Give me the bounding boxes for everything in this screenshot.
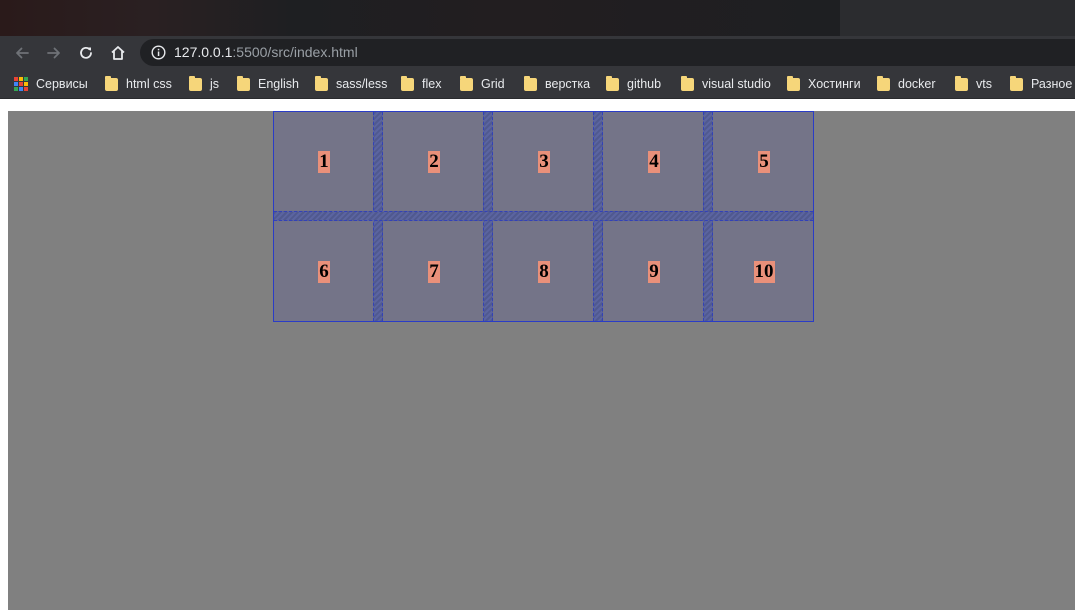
bookmark-label: Хостинги <box>808 77 861 91</box>
folder-icon <box>401 75 414 91</box>
bookmark-label: docker <box>898 77 936 91</box>
bookmark-english[interactable]: English <box>237 69 299 99</box>
bookmark-apps[interactable]: Сервисы <box>14 69 88 99</box>
grid-item: 10 <box>714 222 814 321</box>
grid-item-label: 10 <box>753 260 775 283</box>
folder-icon <box>681 75 694 91</box>
grid-item-label: 6 <box>318 260 330 283</box>
grid-container: 1 2 3 4 5 6 7 8 9 10 <box>273 111 814 322</box>
folder-icon <box>787 75 800 91</box>
home-icon <box>111 45 125 60</box>
reload-button[interactable] <box>72 36 100 69</box>
bookmark-label: flex <box>422 77 442 91</box>
tab-strip <box>0 0 1075 36</box>
address-bar[interactable]: 127.0.0.1:5500/src/index.html <box>140 39 1075 66</box>
forward-button[interactable] <box>40 36 68 69</box>
bookmark-docker[interactable]: docker <box>877 69 936 99</box>
grid-item: 8 <box>494 222 594 321</box>
folder-icon <box>315 75 328 91</box>
bookmark-hostings[interactable]: Хостинги <box>787 69 861 99</box>
grid-item: 2 <box>384 112 484 211</box>
grid-item-label: 7 <box>428 260 440 283</box>
grid-item-label: 1 <box>318 150 330 173</box>
grid-item: 6 <box>274 222 374 321</box>
bookmark-js[interactable]: js <box>189 69 219 99</box>
grid-item-label: 2 <box>428 150 440 173</box>
grid-item-label: 5 <box>758 150 770 173</box>
bookmark-apps-label: Сервисы <box>36 77 88 91</box>
bookmark-flex[interactable]: flex <box>401 69 441 99</box>
url-text[interactable]: 127.0.0.1:5500/src/index.html <box>174 44 358 61</box>
folder-icon <box>955 75 968 91</box>
bookmark-raznoe[interactable]: Разное <box>1010 69 1072 99</box>
bookmark-label: Grid <box>481 77 505 91</box>
bookmark-label: vts <box>976 77 992 91</box>
grid-item-label: 8 <box>538 260 550 283</box>
bookmarks-bar: Сервисы html css js English sass/less fl… <box>0 69 1075 99</box>
bookmark-vts[interactable]: vts <box>955 69 992 99</box>
url-path: :5500/src/index.html <box>232 44 358 60</box>
bookmark-html-css[interactable]: html css <box>105 69 172 99</box>
reload-icon <box>80 46 92 59</box>
browser-toolbar: 127.0.0.1:5500/src/index.html <box>0 36 1075 69</box>
folder-icon <box>105 75 118 91</box>
bookmark-label: English <box>258 77 299 91</box>
bookmark-label: html css <box>126 77 172 91</box>
grid-item-label: 9 <box>648 260 660 283</box>
bookmark-label: js <box>210 77 220 91</box>
grid-row-gap <box>274 211 813 221</box>
folder-icon <box>606 75 619 91</box>
grid-item: 4 <box>604 112 704 211</box>
folder-icon <box>524 75 537 91</box>
bookmark-label: верстка <box>545 77 591 91</box>
grid-item: 5 <box>714 112 814 211</box>
apps-grid-icon <box>14 77 28 91</box>
grid-item: 1 <box>274 112 374 211</box>
folder-icon <box>460 75 473 91</box>
grid-item: 9 <box>604 222 704 321</box>
folder-icon <box>877 75 890 91</box>
tab-strip-background <box>0 0 840 36</box>
info-icon[interactable] <box>151 45 166 60</box>
bookmark-visual-studio[interactable]: visual studio <box>681 69 771 99</box>
back-arrow-icon <box>16 47 29 58</box>
bookmark-sass-less[interactable]: sass/less <box>315 69 387 99</box>
folder-icon <box>189 75 202 91</box>
back-button[interactable] <box>8 36 36 69</box>
bookmark-label: github <box>627 77 662 91</box>
bookmark-verstka[interactable]: верстка <box>524 69 590 99</box>
bookmark-label: sass/less <box>336 77 388 91</box>
url-host: 127.0.0.1 <box>174 44 233 60</box>
tab-strip-right <box>840 0 1075 36</box>
grid-item: 7 <box>384 222 484 321</box>
forward-arrow-icon <box>47 47 60 58</box>
folder-icon <box>1010 75 1023 91</box>
bookmark-grid[interactable]: Grid <box>460 69 505 99</box>
folder-icon <box>237 75 250 91</box>
grid-item: 3 <box>494 112 594 211</box>
home-button[interactable] <box>104 36 132 69</box>
bookmark-github[interactable]: github <box>606 69 661 99</box>
grid-item-label: 4 <box>648 150 660 173</box>
bookmark-label: Разное <box>1031 77 1073 91</box>
grid-item-label: 3 <box>538 150 550 173</box>
bookmark-label: visual studio <box>702 77 771 91</box>
